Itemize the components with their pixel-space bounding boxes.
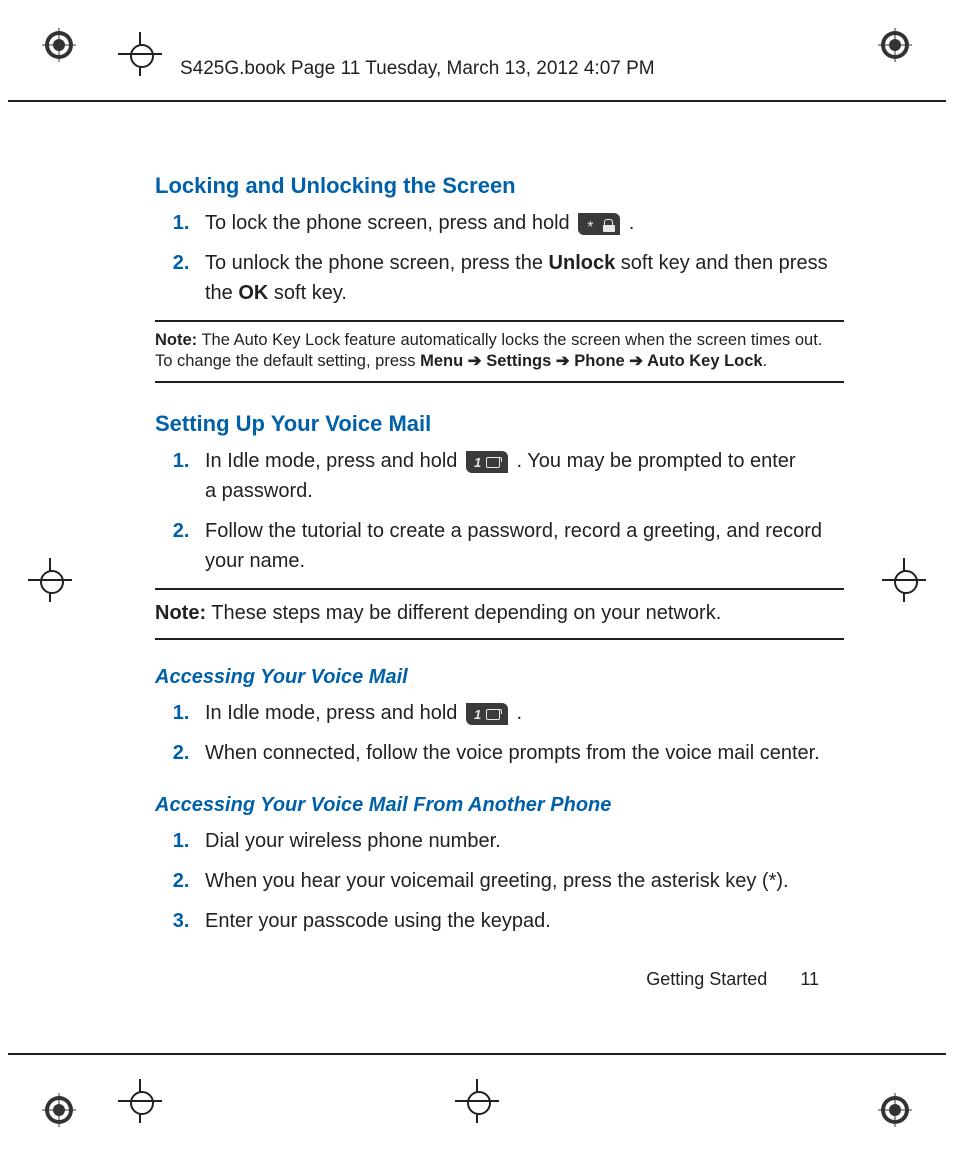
list-item: When you hear your voicemail greeting, p… [195,866,844,896]
page-header: S425G.book Page 11 Tuesday, March 13, 20… [180,58,655,80]
body-text: To unlock the phone screen, press the [205,252,549,274]
bold-text: Auto Key Lock [647,352,763,370]
bold-text: Menu [420,352,463,370]
star-key-icon [578,213,620,235]
note-text: These steps may be different depending o… [206,602,721,624]
list-item: Enter your passcode using the keypad. [195,906,844,936]
body-text: Follow the tutorial to create a password… [205,520,822,572]
arrow-text: ➔ [463,352,486,370]
note-box: Note: The Auto Key Lock feature automati… [155,320,844,383]
page-footer: Getting Started 11 [646,969,819,990]
page-number: 11 [800,969,819,989]
body-text: soft key. [268,282,347,304]
list-item: To unlock the phone screen, press the Un… [195,248,844,308]
subsection-heading: Accessing Your Voice Mail From Another P… [155,790,844,820]
note-label: Note: [155,331,197,349]
body-text: . [629,212,635,234]
bold-text: Settings [486,352,551,370]
crosshair-icon [118,1079,162,1123]
bold-text: Phone [574,352,624,370]
crop-mark-icon [878,28,912,62]
list-item: To lock the phone screen, press and hold… [195,208,844,238]
list-item: When connected, follow the voice prompts… [195,738,844,768]
bold-text: Unlock [549,252,616,274]
section-heading: Setting Up Your Voice Mail [155,407,844,440]
chapter-name: Getting Started [646,969,767,989]
note-label: Note: [155,602,206,624]
body-text: In Idle mode, press and hold [205,702,463,724]
body-text: Dial your wireless phone number. [205,830,501,852]
one-key-icon [466,703,508,725]
note-box: Note: These steps may be different depen… [155,588,844,640]
list-item: In Idle mode, press and hold . [195,698,844,728]
arrow-text: ➔ [551,352,574,370]
one-key-icon [466,451,508,473]
bold-text: OK [238,282,268,304]
crosshair-icon [118,32,162,76]
list-item: Follow the tutorial to create a password… [195,516,844,576]
body-text: . [517,702,523,724]
body-text: When connected, follow the voice prompts… [205,742,820,764]
crop-mark-icon [42,28,76,62]
arrow-text: ➔ [625,352,647,370]
body-text: In Idle mode, press and hold [205,450,463,472]
note-text: . [763,352,768,370]
list-item: In Idle mode, press and hold . You may b… [195,446,844,506]
body-text: Enter your passcode using the keypad. [205,910,551,932]
body-text: To lock the phone screen, press and hold [205,212,575,234]
body-text: When you hear your voicemail greeting, p… [205,870,789,892]
list-item: Dial your wireless phone number. [195,826,844,856]
crosshair-icon [455,1079,499,1123]
section-heading: Locking and Unlocking the Screen [155,169,844,202]
page-content: Locking and Unlocking the Screen To lock… [155,145,844,946]
crop-mark-icon [878,1093,912,1127]
crop-mark-icon [42,1093,76,1127]
subsection-heading: Accessing Your Voice Mail [155,662,844,692]
